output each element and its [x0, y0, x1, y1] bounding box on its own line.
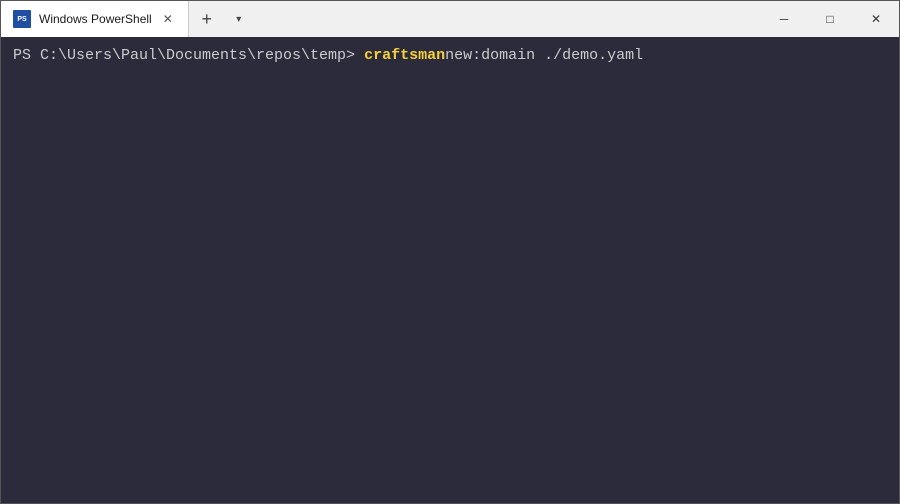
tab-powershell[interactable]: PS Windows PowerShell ✕: [1, 1, 189, 37]
new-tab-button[interactable]: +: [189, 1, 225, 37]
tab-area: PS Windows PowerShell ✕ + ▾: [1, 1, 761, 37]
tab-close-button[interactable]: ✕: [160, 11, 176, 27]
prompt-text: PS C:\Users\Paul\Documents\repos\temp>: [13, 45, 355, 68]
maximize-button[interactable]: □: [807, 1, 853, 37]
command-line: PS C:\Users\Paul\Documents\repos\temp> c…: [13, 45, 887, 68]
tab-label: Windows PowerShell: [39, 12, 152, 26]
command-args: new:domain ./demo.yaml: [445, 45, 643, 68]
command-keyword: craftsman: [364, 45, 445, 68]
close-button[interactable]: ✕: [853, 1, 899, 37]
titlebar: PS Windows PowerShell ✕ + ▾ ─ □ ✕: [1, 1, 899, 37]
tab-dropdown-button[interactable]: ▾: [225, 1, 253, 37]
powershell-icon: PS: [13, 10, 31, 28]
terminal-body[interactable]: PS C:\Users\Paul\Documents\repos\temp> c…: [1, 37, 899, 503]
window-controls: ─ □ ✕: [761, 1, 899, 37]
minimize-button[interactable]: ─: [761, 1, 807, 37]
window: PS Windows PowerShell ✕ + ▾ ─ □ ✕ PS C:\…: [0, 0, 900, 504]
